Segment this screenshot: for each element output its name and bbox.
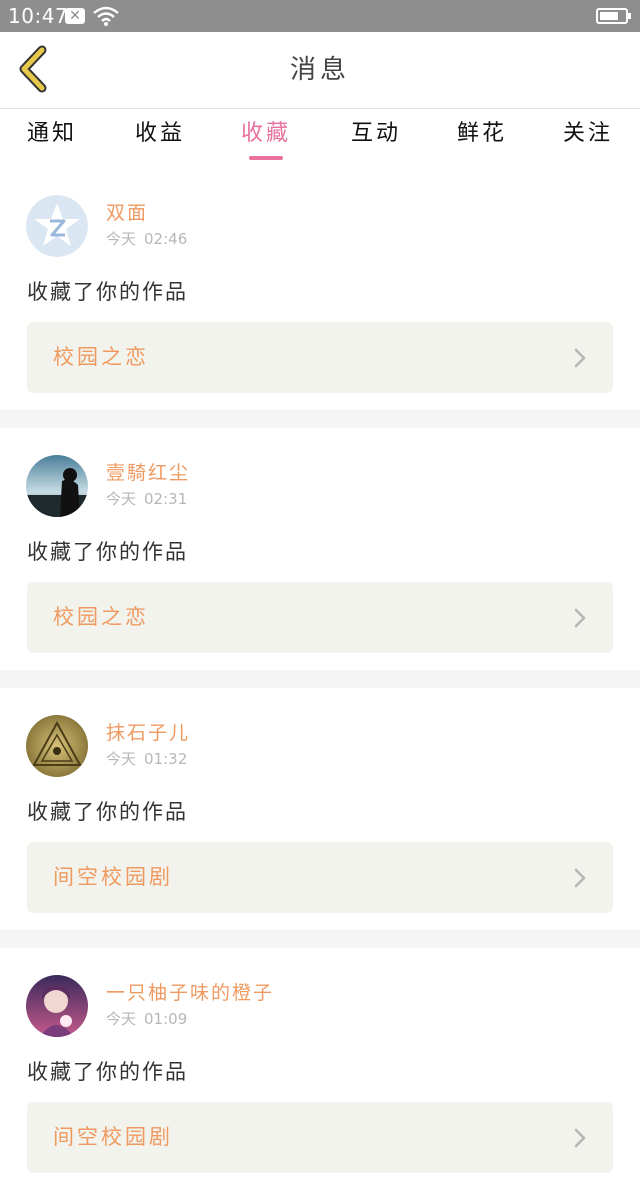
action-text: 收藏了你的作品 — [27, 800, 188, 824]
timestamp-day: 今天 — [106, 230, 137, 248]
username-link[interactable]: 抹石子儿 — [106, 718, 190, 745]
wifi-icon — [93, 6, 119, 26]
message-card: 双面 今天 02:46 收藏了你的作品 校园之恋 — [0, 170, 640, 412]
chevron-left-icon[interactable] — [14, 44, 54, 94]
message-card: 抹石子儿 今天 01:32 收藏了你的作品 间空校园剧 — [0, 690, 640, 932]
timestamp-time: 01:09 — [144, 1010, 188, 1028]
avatar[interactable] — [26, 975, 88, 1037]
timestamp-time: 02:46 — [144, 230, 188, 248]
tab-following[interactable]: 关注 — [548, 109, 628, 165]
message-card: 壹騎红尘 今天 02:31 收藏了你的作品 校园之恋 — [0, 430, 640, 672]
close-box-icon: ✕ — [65, 8, 85, 24]
tab-notifications[interactable]: 通知 — [12, 109, 92, 165]
work-title: 校园之恋 — [53, 345, 149, 369]
timestamp-day: 今天 — [106, 490, 137, 508]
tab-bar: 通知 收益 收藏 互动 鲜花 关注 — [0, 109, 640, 165]
work-link[interactable]: 校园之恋 — [27, 322, 613, 393]
page-title: 消息 — [289, 55, 350, 85]
username-link[interactable]: 一只柚子味的橙子 — [106, 978, 274, 1005]
timestamp-day: 今天 — [106, 1010, 137, 1028]
avatar[interactable] — [26, 195, 88, 257]
chevron-right-icon — [574, 348, 586, 368]
action-text: 收藏了你的作品 — [27, 540, 188, 564]
chevron-right-icon — [574, 868, 586, 888]
active-tab-indicator — [249, 156, 283, 160]
status-time: 10:47 — [8, 4, 69, 28]
tab-interactions[interactable]: 互动 — [336, 109, 416, 165]
avatar[interactable] — [26, 455, 88, 517]
timestamp-time: 01:32 — [144, 750, 188, 768]
timestamp-time: 02:31 — [144, 490, 188, 508]
work-title: 间空校园剧 — [53, 865, 173, 889]
work-link[interactable]: 校园之恋 — [27, 582, 613, 653]
chevron-right-icon — [574, 608, 586, 628]
timestamp: 今天 02:46 — [106, 228, 187, 249]
chevron-right-icon — [574, 1128, 586, 1148]
work-title: 校园之恋 — [53, 605, 149, 629]
timestamp: 今天 02:31 — [106, 488, 187, 509]
avatar[interactable] — [26, 715, 88, 777]
username-link[interactable]: 双面 — [106, 198, 148, 225]
tab-earnings[interactable]: 收益 — [120, 109, 200, 165]
divider — [0, 410, 640, 428]
timestamp-day: 今天 — [106, 750, 137, 768]
action-text: 收藏了你的作品 — [27, 280, 188, 304]
timestamp: 今天 01:32 — [106, 748, 187, 769]
battery-icon — [596, 8, 631, 24]
header: 消息 — [0, 32, 640, 109]
timestamp: 今天 01:09 — [106, 1008, 187, 1029]
divider — [0, 930, 640, 948]
divider — [0, 670, 640, 688]
work-link[interactable]: 间空校园剧 — [27, 842, 613, 913]
message-card: 一只柚子味的橙子 今天 01:09 收藏了你的作品 间空校园剧 — [0, 950, 640, 1192]
tab-flowers[interactable]: 鲜花 — [442, 109, 522, 165]
username-link[interactable]: 壹騎红尘 — [106, 458, 190, 485]
status-bar: 10:47 ✕ — [0, 0, 640, 32]
action-text: 收藏了你的作品 — [27, 1060, 188, 1084]
